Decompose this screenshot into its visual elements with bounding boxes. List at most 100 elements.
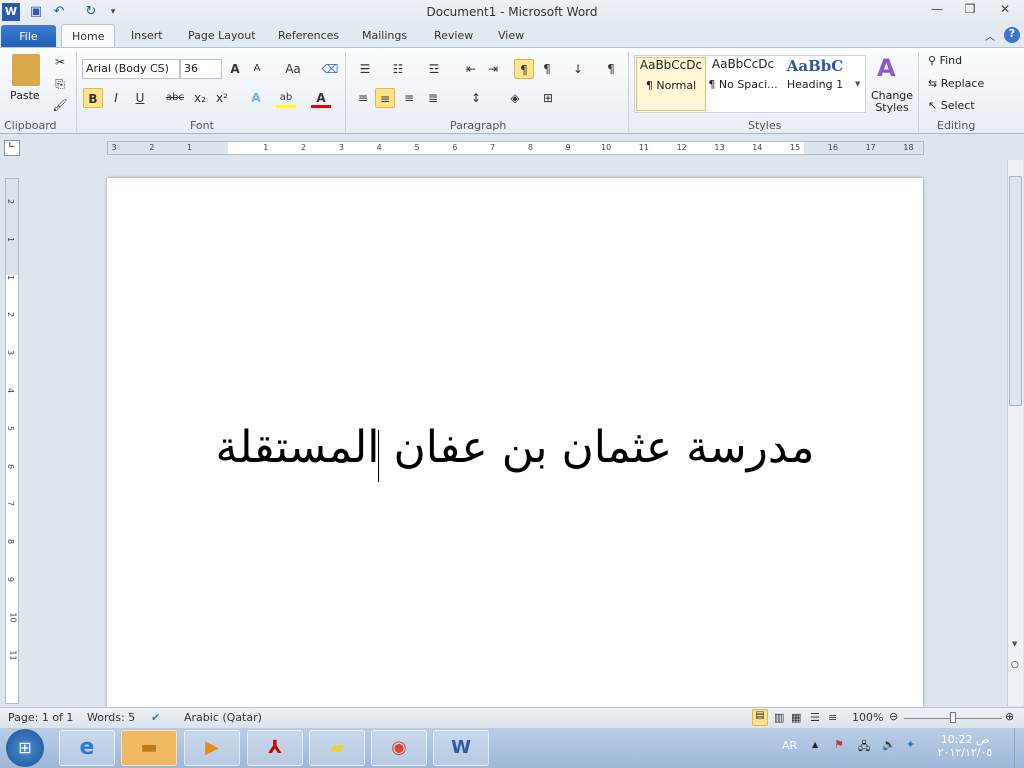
sort-icon[interactable]: ↓	[568, 59, 588, 79]
zoom-slider-thumb[interactable]	[950, 712, 956, 723]
minimize-button[interactable]: —	[924, 2, 950, 20]
scrollbar-thumb[interactable]	[1009, 176, 1022, 406]
adobe-reader-icon[interactable]: ⅄	[247, 730, 303, 766]
decrease-indent-icon[interactable]: ⇤	[461, 59, 481, 79]
change-styles-icon[interactable]: A	[877, 54, 896, 82]
tab-references[interactable]: References	[268, 24, 349, 47]
zoom-level[interactable]: 100%	[852, 711, 883, 724]
clear-formatting-icon[interactable]: ⌫	[320, 59, 340, 79]
tab-insert[interactable]: Insert	[121, 24, 173, 47]
shrink-font-button[interactable]: A	[247, 59, 267, 79]
style-heading-1[interactable]: AaBbC Heading 1	[780, 57, 850, 111]
ltr-direction-icon[interactable]: ¶	[514, 59, 534, 79]
text-effects-icon[interactable]: A	[246, 88, 266, 108]
tab-file[interactable]: File	[1, 25, 56, 48]
tab-mailings[interactable]: Mailings	[352, 24, 417, 47]
strikethrough-button[interactable]: abc	[165, 88, 185, 108]
rtl-direction-icon[interactable]: ¶	[537, 59, 557, 79]
show-desktop-button[interactable]	[1014, 728, 1024, 768]
ruler-number: 5	[6, 425, 16, 431]
start-button[interactable]: ⊞	[6, 729, 44, 767]
tab-home[interactable]: Home	[61, 24, 116, 47]
print-layout-icon[interactable]: ▤	[752, 709, 768, 726]
minimize-ribbon-icon[interactable]: ︿	[985, 28, 995, 43]
increase-indent-icon[interactable]: ⇥	[483, 59, 503, 79]
document-text[interactable]: مدرسة عثمان بن عفان المستقلة	[107, 422, 923, 473]
word-count[interactable]: Words: 5	[87, 711, 135, 724]
align-left-icon[interactable]: ≡	[353, 88, 373, 108]
browse-object-icon[interactable]: ○	[1011, 660, 1019, 670]
tab-review[interactable]: Review	[424, 24, 483, 47]
replace-button[interactable]: ⇆ Replace	[928, 77, 984, 90]
ruler-number: 3	[338, 143, 344, 152]
copy-icon[interactable]: ⎘	[50, 74, 70, 94]
align-center-icon[interactable]: ≡	[375, 88, 395, 108]
web-layout-icon[interactable]: ▦	[791, 711, 801, 724]
style-normal[interactable]: AaBbCcDc ¶ Normal	[636, 57, 706, 111]
paste-icon[interactable]	[12, 54, 40, 86]
grow-font-button[interactable]: A	[225, 59, 245, 79]
group-label-clipboard: Clipboard	[4, 119, 57, 132]
borders-icon[interactable]: ⊞	[538, 88, 558, 108]
justify-icon[interactable]: ≣	[423, 88, 443, 108]
draft-icon[interactable]: ≡	[828, 711, 837, 724]
network-icon[interactable]: 🖧	[858, 738, 870, 757]
help-icon[interactable]: ?	[1004, 27, 1020, 43]
tab-selector[interactable]: ∟	[4, 140, 20, 156]
styles-scroll-down[interactable]: ▼	[855, 80, 860, 88]
close-button[interactable]: ✕	[992, 2, 1018, 20]
media-player-icon[interactable]: ▶	[184, 730, 240, 766]
font-size-select[interactable]: 36	[180, 59, 222, 79]
volume-icon[interactable]: 🔊	[882, 738, 896, 751]
find-button[interactable]: ⚲ Find	[928, 54, 962, 67]
language-bar[interactable]: AR	[782, 739, 797, 752]
show-hidden-icons[interactable]: ▲	[812, 740, 818, 749]
cut-icon[interactable]: ✂	[50, 52, 70, 72]
zoom-in-icon[interactable]: ⊕	[1005, 710, 1014, 723]
horizontal-ruler[interactable]: 3 2 1 1 2 3 4 5 6 7 8 9 10 11 12 13 14 15 16 17 18	[107, 141, 924, 155]
shading-icon[interactable]: ◈	[505, 88, 525, 108]
style-no-spacing[interactable]: AaBbCcDc ¶ No Spaci...	[708, 57, 778, 111]
font-name-select[interactable]: Arial (Body CS)	[82, 59, 180, 79]
outline-icon[interactable]: ☰	[810, 711, 820, 724]
document-page[interactable]: مدرسة عثمان بن عفان المستقلة	[107, 178, 923, 708]
subscript-button[interactable]: x₂	[190, 88, 210, 108]
dropbox-icon[interactable]: ✦	[906, 738, 915, 751]
multilevel-list-icon[interactable]: ☲	[424, 59, 444, 79]
change-case-button[interactable]: Aa	[280, 59, 306, 79]
tab-view[interactable]: View	[488, 24, 534, 47]
superscript-button[interactable]: x²	[212, 88, 232, 108]
ruler-number: 7	[490, 143, 496, 152]
scroll-down-icon[interactable]: ▼	[1012, 640, 1017, 648]
select-button[interactable]: ↖ Select	[928, 99, 975, 112]
file-explorer-icon[interactable]: ▬	[121, 730, 177, 766]
numbering-icon[interactable]: ☷	[388, 59, 408, 79]
italic-button[interactable]: I	[106, 88, 126, 108]
align-right-icon[interactable]: ≡	[399, 88, 419, 108]
word-taskbar-icon[interactable]: W	[433, 730, 489, 766]
action-center-icon[interactable]: ⚑	[834, 738, 844, 751]
show-marks-button[interactable]: ¶	[601, 59, 621, 79]
clock[interactable]: 10:22 ص ٢٠١٢/١٢/٠٥	[935, 733, 995, 759]
proofing-icon[interactable]: ✔	[151, 711, 160, 724]
internet-explorer-icon[interactable]: e	[59, 730, 115, 766]
full-screen-reading-icon[interactable]: ▥	[774, 711, 784, 724]
language-indicator[interactable]: Arabic (Qatar)	[184, 711, 262, 724]
sticky-notes-icon[interactable]: ▰	[309, 730, 365, 766]
zoom-out-icon[interactable]: ⊖	[889, 710, 898, 723]
restore-button[interactable]: ❐	[957, 2, 983, 20]
vertical-ruler[interactable]: 2 1 1 2 3 4 5 6 7 8 9 10 11	[5, 178, 19, 704]
chrome-icon[interactable]: ◉	[371, 730, 427, 766]
highlight-button[interactable]: ab	[276, 88, 296, 108]
bold-button[interactable]: B	[83, 88, 103, 108]
line-spacing-icon[interactable]: ↕	[466, 88, 486, 108]
bullets-icon[interactable]: ☰	[355, 59, 375, 79]
format-painter-icon[interactable]: 🖌	[50, 95, 70, 115]
change-styles-button[interactable]: Change Styles	[870, 90, 914, 114]
underline-button[interactable]: U	[130, 88, 150, 108]
font-color-button[interactable]: A	[311, 88, 331, 108]
tab-page-layout[interactable]: Page Layout	[178, 24, 266, 47]
page-count[interactable]: Page: 1 of 1	[8, 711, 73, 724]
paste-button[interactable]: Paste	[10, 89, 40, 102]
vertical-scrollbar[interactable]: ▼ ○	[1007, 160, 1023, 706]
